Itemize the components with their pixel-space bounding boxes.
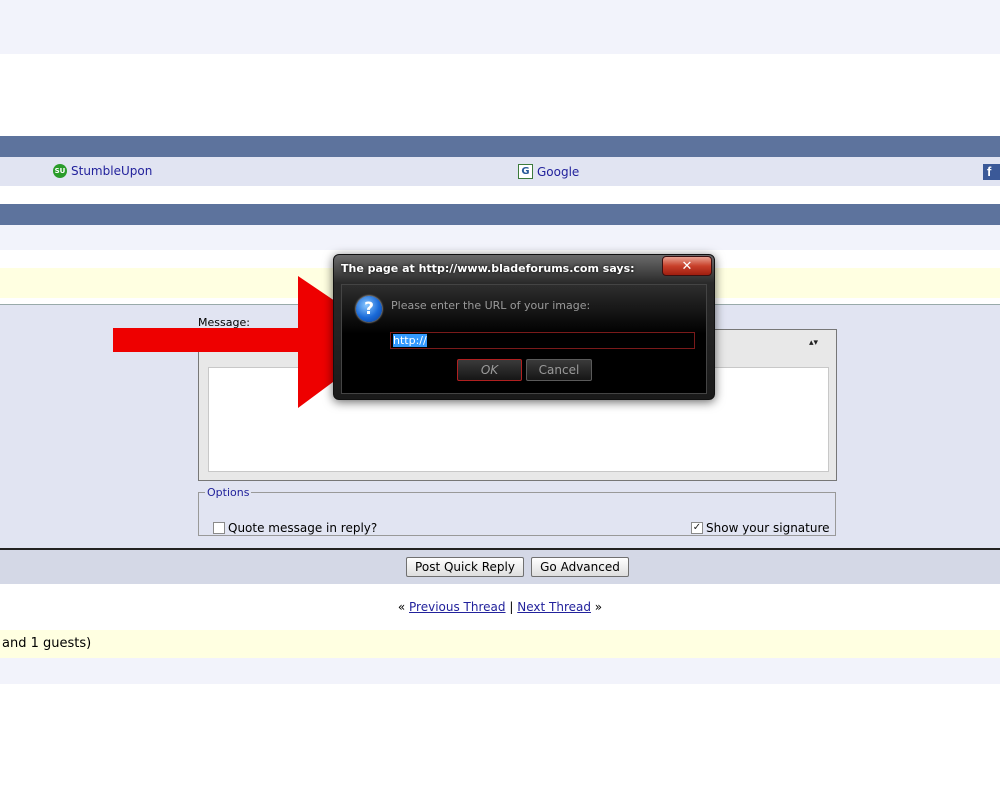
close-icon: ✕: [681, 258, 693, 274]
post-quick-reply-button[interactable]: Post Quick Reply: [406, 557, 524, 577]
options-legend: Options: [207, 486, 250, 499]
signature-checkbox[interactable]: ✓: [691, 522, 703, 534]
google-link[interactable]: G Google: [518, 164, 579, 179]
next-thread-link[interactable]: Next Thread: [517, 600, 591, 614]
url-input[interactable]: http://: [390, 332, 695, 349]
header-band: [0, 136, 1000, 157]
signature-option: ✓ Show your signature: [691, 521, 830, 535]
quote-checkbox[interactable]: [213, 522, 225, 534]
stumbleupon-link[interactable]: SU StumbleUpon: [53, 164, 152, 178]
cancel-button[interactable]: Cancel: [526, 359, 592, 381]
ok-button[interactable]: OK: [457, 359, 522, 381]
dialog-prompt: Please enter the URL of your image:: [391, 299, 591, 312]
header-band-2: [0, 204, 1000, 225]
dialog-close-button[interactable]: ✕: [662, 256, 712, 276]
stumbleupon-icon: SU: [53, 164, 67, 178]
signature-label: Show your signature: [706, 521, 830, 535]
quote-label: Quote message in reply?: [228, 521, 378, 535]
dialog-title: The page at http://www.bladeforums.com s…: [341, 262, 635, 275]
thread-navigation: « Previous Thread | Next Thread »: [0, 600, 1000, 614]
question-icon: ?: [356, 296, 382, 322]
url-input-value: http://: [393, 334, 427, 347]
next-quote: »: [594, 600, 603, 614]
facebook-icon[interactable]: f: [983, 164, 1000, 180]
nav-separator: |: [509, 600, 514, 614]
quote-option: Quote message in reply?: [213, 521, 377, 535]
options-fieldset: Options Quote message in reply? ✓ Show y…: [198, 486, 836, 536]
bottom-pale-band: [0, 658, 1000, 684]
previous-thread-link[interactable]: Previous Thread: [409, 600, 506, 614]
prev-quote: «: [397, 600, 406, 614]
guests-text: and 1 guests): [2, 636, 92, 651]
top-pale-band: [0, 0, 1000, 54]
dialog-body: ? Please enter the URL of your image: ht…: [341, 284, 707, 394]
url-prompt-dialog: The page at http://www.bladeforums.com s…: [333, 254, 715, 400]
pale-band: [0, 225, 1000, 250]
google-icon: G: [518, 164, 533, 179]
google-label: Google: [537, 164, 580, 179]
guests-band: [0, 630, 1000, 658]
stumbleupon-label: StumbleUpon: [71, 164, 153, 178]
go-advanced-button[interactable]: Go Advanced: [531, 557, 629, 577]
resize-editor-icon[interactable]: ▴▾: [809, 338, 818, 348]
